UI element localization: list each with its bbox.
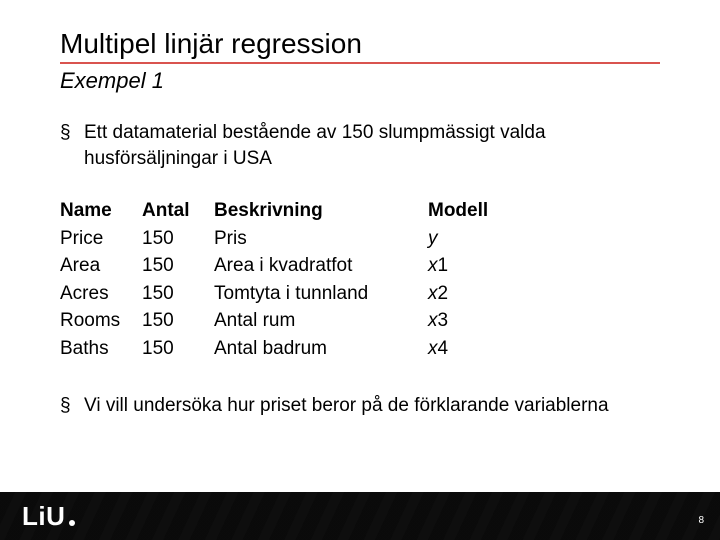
cell-antal: 150 [142,225,200,253]
col-modell: Modell y x1 x2 x3 x4 [428,197,508,362]
model-idx: 3 [438,310,449,331]
model-idx: 2 [438,283,449,304]
page-number: 8 [698,515,704,526]
header-name: Name [60,197,128,225]
model-var: x [428,338,438,359]
cell-name: Acres [60,280,128,308]
header-antal: Antal [142,197,200,225]
bullet-item: § Ett datamaterial bestående av 150 slum… [60,120,660,171]
col-name: Name Price Area Acres Rooms Baths [60,197,128,362]
cell-modell: x2 [428,280,508,308]
footer-bar: LiU 8 [0,492,720,540]
cell-antal: 150 [142,307,200,335]
cell-beskrivning: Area i kvadratfot [214,252,414,280]
col-beskrivning: Beskrivning Pris Area i kvadratfot Tomty… [214,197,414,362]
cell-name: Baths [60,335,128,363]
cell-beskrivning: Antal badrum [214,335,414,363]
header-modell: Modell [428,197,508,225]
cell-modell: y [428,225,508,253]
cell-antal: 150 [142,280,200,308]
cell-beskrivning: Pris [214,225,414,253]
liu-logo: LiU [22,501,75,532]
header-beskrivning: Beskrivning [214,197,414,225]
bullet-mark-icon: § [60,120,84,146]
cell-antal: 150 [142,252,200,280]
page-title: Multipel linjär regression [60,28,660,64]
col-antal: Antal 150 150 150 150 150 [142,197,200,362]
cell-beskrivning: Tomtyta i tunnland [214,280,414,308]
bullet-item: § Vi vill undersöka hur priset beror på … [60,393,660,419]
model-var: x [428,255,438,276]
model-var: x [428,283,438,304]
cell-name: Price [60,225,128,253]
content-area: Multipel linjär regression Exempel 1 § E… [0,0,720,418]
model-var: y [428,228,438,249]
bullet-text: Vi vill undersöka hur priset beror på de… [84,393,660,419]
cell-modell: x1 [428,252,508,280]
bullet-mark-icon: § [60,393,84,419]
footer-texture [0,492,720,540]
model-idx: 1 [438,255,449,276]
cell-name: Rooms [60,307,128,335]
logo-text: LiU [22,501,65,532]
cell-beskrivning: Antal rum [214,307,414,335]
model-idx: 4 [438,338,449,359]
cell-name: Area [60,252,128,280]
logo-dot-icon [69,520,75,526]
cell-modell: x4 [428,335,508,363]
model-var: x [428,310,438,331]
slide: Multipel linjär regression Exempel 1 § E… [0,0,720,540]
bullet-text: Ett datamaterial bestående av 150 slumpm… [84,120,660,171]
data-table: Name Price Area Acres Rooms Baths Antal … [60,197,660,362]
cell-antal: 150 [142,335,200,363]
cell-modell: x3 [428,307,508,335]
page-subtitle: Exempel 1 [60,68,660,94]
